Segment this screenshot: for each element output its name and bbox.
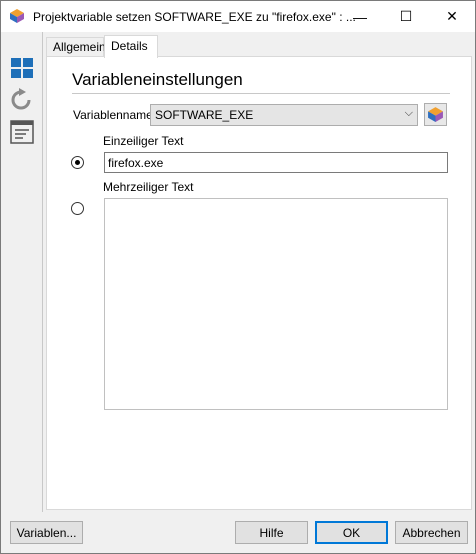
variable-picker-button[interactable] [424,103,447,126]
multi-line-textarea[interactable] [104,198,448,410]
ok-button[interactable]: OK [315,521,388,544]
ok-button-label: OK [342,525,361,540]
dialog-window: Projektvariable setzen SOFTWARE_EXE zu "… [0,0,476,554]
single-line-label: Einzeiliger Text [103,134,184,148]
left-toolbar [1,32,43,512]
variables-button-label: Variablen... [16,525,77,540]
minimize-button[interactable]: — [337,1,383,32]
radio-selected-dot [75,160,80,165]
tab-details[interactable]: Details [104,35,158,58]
single-line-radio[interactable] [71,156,84,169]
help-button-label: Hilfe [259,525,284,540]
app-icon [10,9,24,23]
variable-name-value: SOFTWARE_EXE [155,108,254,122]
minimize-icon: — [353,8,367,25]
details-panel: Variableneinstellungen Variablenname SOF… [46,56,472,510]
single-line-input[interactable]: firefox.exe [104,152,448,173]
cancel-button[interactable]: Abbrechen [395,521,468,544]
variable-name-select[interactable]: SOFTWARE_EXE ⌵ [150,104,418,126]
variables-button[interactable]: Variablen... [10,521,83,544]
undo-icon[interactable] [10,87,34,111]
tab-label: Details [111,39,148,53]
variable-picker-icon [428,107,443,122]
section-title: Variableneinstellungen [72,70,243,89]
single-line-value: firefox.exe [108,156,164,170]
chevron-down-icon: ⌵ [404,107,413,119]
list-form-icon[interactable] [10,120,34,144]
tab-allgemein[interactable]: Allgemein [46,37,106,56]
window-title: Projektvariable setzen SOFTWARE_EXE zu "… [33,10,356,24]
cancel-button-label: Abbrechen [402,525,461,540]
help-button[interactable]: Hilfe [235,521,308,544]
close-button[interactable]: ✕ [429,1,475,32]
maximize-button[interactable]: ☐ [383,1,429,32]
maximize-icon: ☐ [399,8,413,24]
tab-label: Allgemein [53,40,106,54]
title-bar: Projektvariable setzen SOFTWARE_EXE zu "… [1,1,475,32]
section-divider [72,93,450,94]
variable-name-label: Variablenname [73,108,153,122]
close-icon: ✕ [446,8,458,24]
multi-line-label: Mehrzeiliger Text [103,180,194,194]
grid-icon[interactable] [10,56,34,80]
multi-line-radio[interactable] [71,202,84,215]
